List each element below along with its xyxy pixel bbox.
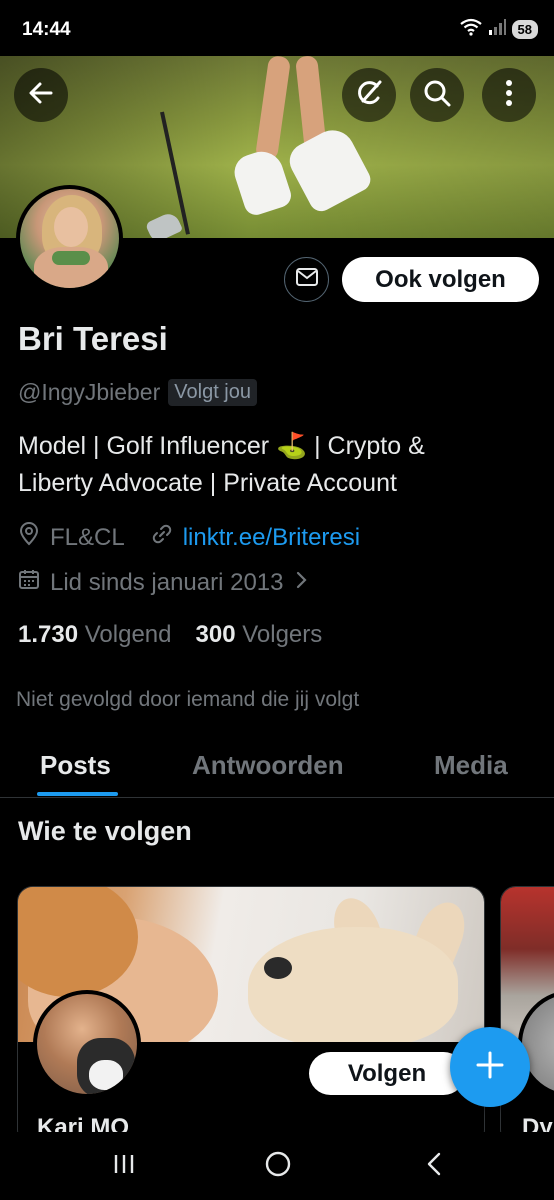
status-time: 14:44 bbox=[22, 19, 71, 40]
profile-tabs: Posts Antwoorden Media bbox=[0, 738, 554, 798]
follow-button[interactable]: Volgen bbox=[309, 1052, 465, 1095]
followers-label: Volgers bbox=[242, 621, 323, 648]
grok-button[interactable] bbox=[342, 68, 396, 122]
followers-stat[interactable]: 300 Volgers bbox=[196, 621, 323, 649]
more-options-button[interactable] bbox=[482, 68, 536, 122]
search-icon bbox=[422, 78, 452, 113]
tab-posts[interactable]: Posts bbox=[40, 750, 111, 781]
bio: Model | Golf Influencer ⛳ | Crypto & Lib… bbox=[18, 428, 538, 502]
suggestion-name: Kari MO bbox=[37, 1114, 130, 1132]
location-pin-icon bbox=[18, 522, 40, 553]
following-count: 1.730 bbox=[18, 621, 79, 648]
wifi-icon bbox=[459, 18, 482, 41]
active-tab-indicator bbox=[37, 792, 118, 796]
following-stat[interactable]: 1.730 Volgend bbox=[18, 621, 172, 649]
bio-line: Liberty Advocate | Private Account bbox=[18, 469, 397, 497]
suggestion-avatar[interactable] bbox=[33, 990, 141, 1098]
followers-count: 300 bbox=[195, 621, 236, 648]
follows-you-badge: Volgt jou bbox=[168, 379, 257, 406]
compose-button[interactable] bbox=[450, 1027, 530, 1107]
system-nav-bar bbox=[0, 1132, 554, 1200]
profile-link[interactable]: linktr.ee/Briteresi bbox=[183, 524, 360, 552]
following-label: Volgend bbox=[84, 621, 172, 648]
link-icon bbox=[151, 523, 173, 552]
recent-apps-icon bbox=[112, 1152, 136, 1181]
handle: @IngyJbieber bbox=[18, 379, 161, 405]
status-icons: 58 bbox=[459, 18, 538, 41]
plus-icon bbox=[475, 1050, 505, 1085]
battery-indicator: 58 bbox=[511, 20, 538, 39]
chevron-right-icon bbox=[294, 569, 308, 597]
back-chevron-icon bbox=[426, 1151, 442, 1182]
grok-icon bbox=[354, 78, 384, 113]
bio-line: Model | Golf Influencer ⛳ | Crypto & bbox=[18, 432, 425, 460]
handle-row: @IngyJbieber Volgt jou bbox=[18, 379, 257, 406]
mail-icon bbox=[295, 266, 319, 293]
follow-back-button[interactable]: Ook volgen bbox=[342, 257, 539, 302]
suggestion-name: Dy bbox=[522, 1114, 553, 1132]
message-button[interactable] bbox=[284, 257, 329, 302]
back-button[interactable] bbox=[14, 68, 68, 122]
location-text: FL&CL bbox=[50, 523, 125, 551]
tab-replies[interactable]: Antwoorden bbox=[192, 750, 344, 781]
tab-media[interactable]: Media bbox=[434, 750, 508, 781]
profile-screen: 14:44 58 Ook volgen Bri Teresi @IngyJbie… bbox=[0, 0, 554, 1200]
status-bar: 14:44 58 bbox=[0, 0, 554, 56]
more-vertical-icon bbox=[505, 79, 513, 112]
search-button[interactable] bbox=[410, 68, 464, 122]
joined-text: Lid sinds januari 2013 bbox=[50, 568, 284, 596]
system-back-button[interactable] bbox=[414, 1150, 454, 1182]
display-name: Bri Teresi bbox=[18, 320, 168, 357]
avatar[interactable] bbox=[16, 185, 123, 292]
profile-meta: FL&CL linktr.ee/Briteresi bbox=[18, 522, 360, 553]
follow-stats: 1.730 Volgend 300 Volgers bbox=[18, 621, 322, 649]
calendar-icon bbox=[18, 568, 40, 597]
home-button[interactable] bbox=[258, 1150, 298, 1182]
home-circle-icon bbox=[265, 1151, 291, 1182]
joined-row[interactable]: Lid sinds januari 2013 bbox=[18, 568, 308, 597]
recent-apps-button[interactable] bbox=[104, 1150, 144, 1182]
signal-icon bbox=[488, 18, 506, 41]
arrow-left-icon bbox=[27, 79, 55, 112]
not-followed-notice: Niet gevolgd door iemand die jij volgt bbox=[16, 688, 360, 711]
who-to-follow-title: Wie te volgen bbox=[18, 816, 192, 846]
